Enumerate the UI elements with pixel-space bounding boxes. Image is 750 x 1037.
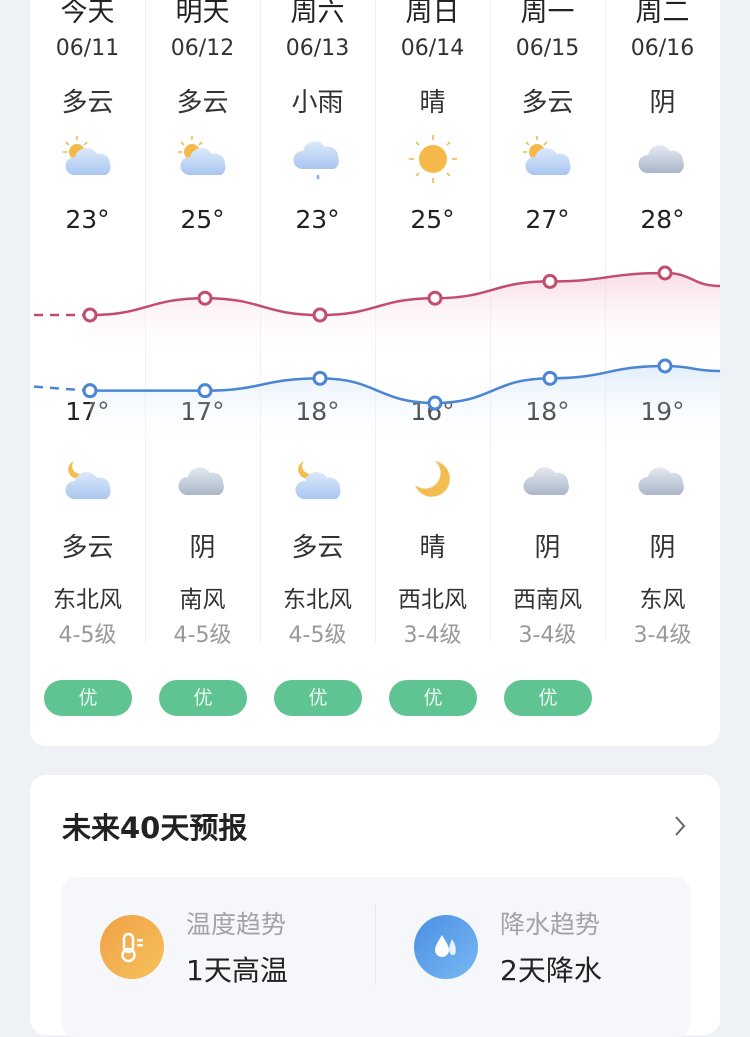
low-line-dashed: [33, 385, 91, 392]
low-temp-point: [542, 370, 558, 386]
temperature-trend-value: 1天高温: [186, 954, 288, 987]
forecast-40-title: 未来40天预报: [62, 811, 248, 845]
precipitation-trend-label: 降水趋势: [500, 910, 601, 939]
water-drop-icon: [414, 915, 478, 979]
low-temp-point: [82, 383, 98, 399]
low-temp-point: [312, 370, 328, 386]
high-temp-point: [427, 290, 443, 306]
precipitation-trend[interactable]: 降水趋势 2天降水: [414, 905, 602, 989]
trend-divider: [375, 905, 376, 985]
high-temp-point: [542, 273, 558, 289]
temperature-chart: [33, 265, 720, 448]
daily-forecast-card: 今天06/11多云23°17°多云东北风4-5级优明天06/12多云25°17°…: [30, 0, 720, 746]
high-temp-point: [82, 307, 98, 323]
precipitation-trend-value: 2天降水: [500, 954, 602, 987]
high-temp-point: [312, 307, 328, 323]
chevron-right-icon[interactable]: [668, 811, 692, 841]
low-temp-point: [197, 383, 213, 399]
high-area: [90, 273, 720, 360]
trend-panel: 温度趋势 1天高温 降水趋势 2天降水: [62, 877, 690, 1037]
thermometer-icon: [100, 915, 164, 979]
temperature-trend-label: 温度趋势: [186, 910, 287, 939]
high-temp-point: [197, 290, 213, 306]
low-temp-point: [657, 358, 673, 374]
low-area: [90, 366, 720, 448]
high-temp-point: [657, 265, 673, 281]
forecast-40-day-card[interactable]: 未来40天预报 温度趋势 1天高温 降水趋势 2天降水: [30, 775, 720, 1037]
low-temp-point: [427, 395, 443, 411]
temperature-trend[interactable]: 温度趋势 1天高温: [100, 905, 288, 989]
